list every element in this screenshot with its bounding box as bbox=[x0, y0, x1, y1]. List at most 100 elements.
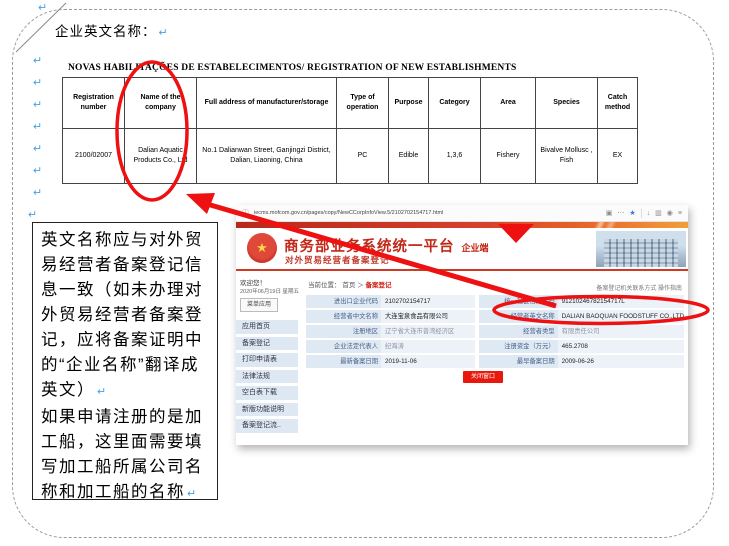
breadcrumb: 当前位置： 首页 ＞ 备案登记 bbox=[308, 279, 391, 289]
top-right-links[interactable]: 备案登记机关联系方式 操作指南 bbox=[596, 283, 682, 292]
paragraph-mark-icon: ↵ bbox=[38, 3, 47, 14]
site-info-icon[interactable]: ⓘ bbox=[242, 210, 249, 217]
page-actions-icon[interactable]: ⋯ bbox=[617, 210, 624, 217]
field-label: 注册地区 bbox=[306, 325, 381, 338]
cell-full-address: No.1 Dalianwan Street, Ganjingzi Distric… bbox=[197, 129, 337, 184]
field-label: 经营者类型 bbox=[479, 325, 558, 338]
national-emblem-logo: ★ bbox=[247, 233, 277, 263]
table-title: NOVAS HABILITAÇÕES DE ESTABELECIMENTOS/ … bbox=[68, 63, 638, 73]
form-row-operator-type: 经营者类型 有限责任公司 bbox=[479, 325, 684, 338]
downloads-icon[interactable]: ↓ bbox=[647, 210, 651, 217]
field-label: 进出口企业代码 bbox=[306, 295, 381, 308]
paragraph-mark-icon: ↵ bbox=[33, 166, 42, 177]
col-catch-method: Catch method bbox=[598, 78, 638, 129]
breadcrumb-home[interactable]: 首页 bbox=[342, 282, 355, 289]
col-category: Category bbox=[429, 78, 481, 129]
site-main: 当前位置： 首页 ＞ 备案登记 备案登记机关联系方式 操作指南 进出口企业代码 … bbox=[306, 271, 684, 445]
field-value: 纪海涛 bbox=[381, 340, 475, 353]
paragraph-mark-icon: ↵ bbox=[33, 100, 42, 111]
document-page: ↵ 企业英文名称：↵ ↵ ↵ ↵ ↵ ↵ ↵ ↵ ↵ NOVAS HABILIT… bbox=[0, 0, 729, 546]
site-title: 商务部业务系统统一平台企业端 bbox=[284, 235, 489, 256]
field-label: 经营者英文名称 bbox=[479, 310, 558, 323]
library-icon[interactable]: ▥ bbox=[655, 210, 662, 217]
note-paragraph-text: 如果申请注册的是加工船，这里面需要填写加工船所属公司名称和加工船的名称 bbox=[41, 408, 203, 501]
cell-registration-number: 2100/02007 bbox=[63, 129, 125, 184]
form-row-latest-filing-date: 最新备案日期 2019-11-06 bbox=[306, 355, 475, 368]
browser-window: ⓘ iecms.mofcom.gov.cn/pages/copy/NewCCor… bbox=[236, 205, 688, 445]
note-paragraph: 英文名称应与对外贸易经营者备案登记信息一致（如未办理对外贸易经营者备案登记，应将… bbox=[41, 228, 209, 405]
field-value: 有限责任公司 bbox=[558, 325, 684, 338]
field-value: 2102702154717 bbox=[381, 295, 475, 308]
col-registration-number: Registration number bbox=[63, 78, 125, 129]
form-row-credit-code: 统一社会信用代码 91210246782154717L bbox=[479, 295, 684, 308]
field-label: 经营者中文名称 bbox=[306, 310, 381, 323]
field-label: 最新备案日期 bbox=[306, 355, 381, 368]
paragraph-mark-icon: ↵ bbox=[33, 122, 42, 133]
paragraph-mark-icon: ↵ bbox=[187, 488, 198, 500]
col-species: Species bbox=[536, 78, 598, 129]
field-label: 统一社会信用代码 bbox=[479, 295, 558, 308]
cell-catch-method: EX bbox=[598, 129, 638, 184]
field-value: 465.2708 bbox=[558, 340, 684, 353]
form-row-english-name: 经营者英文名称 DALIAN BAOQUAN FOODSTUFF CO.,LTD bbox=[479, 310, 684, 323]
menu-app-button[interactable]: 菜单应用 bbox=[240, 298, 278, 312]
sidebar-item-new-features[interactable]: 新版功能说明 bbox=[236, 403, 298, 417]
col-full-address: Full address of manufacturer/storage bbox=[197, 78, 337, 129]
sidebar-item-laws[interactable]: 法律法规 bbox=[236, 370, 298, 384]
field-label: 企业法定代表人 bbox=[306, 340, 381, 353]
menu-icon[interactable]: ≡ bbox=[678, 210, 682, 217]
form-column-right: 统一社会信用代码 91210246782154717L 经营者英文名称 DALI… bbox=[479, 295, 684, 368]
cell-species: Bivalve Mollusc , Fish bbox=[536, 129, 598, 184]
sidebar-item-app-home[interactable]: 应用首页 bbox=[236, 320, 298, 334]
sidebar-item-registration[interactable]: 备案登记 bbox=[236, 337, 298, 351]
site-title-text: 商务部业务系统统一平台 bbox=[284, 239, 455, 255]
site-title-suffix: 企业端 bbox=[462, 243, 489, 253]
site-header: ★ 商务部业务系统统一平台企业端 对外贸易经营者备案登记 bbox=[236, 228, 688, 269]
field-value: 2019-11-06 bbox=[381, 355, 475, 368]
sidebar-item-print-form[interactable]: 打印申请表 bbox=[236, 353, 298, 367]
field-label: 最早备案日期 bbox=[479, 355, 558, 368]
form-row-registered-capital: 注册资金（万元） 465.2708 bbox=[479, 340, 684, 353]
note-textbox: 英文名称应与对外贸易经营者备案登记信息一致（如未办理对外贸易经营者备案登记，应将… bbox=[32, 222, 218, 500]
col-company-name: Name of the company bbox=[125, 78, 197, 129]
browser-toolbar: ⓘ iecms.mofcom.gov.cn/pages/copy/NewCCor… bbox=[236, 205, 688, 222]
form-row-earliest-filing-date: 最早备案日期 2009-06-26 bbox=[479, 355, 684, 368]
table-row: 2100/02007 Dalian Aquatic Products Co., … bbox=[63, 129, 638, 184]
emblem-star-icon: ★ bbox=[256, 240, 268, 256]
col-purpose: Purpose bbox=[389, 78, 429, 129]
page-title-text: 企业英文名称： bbox=[55, 24, 157, 39]
site-sidebar: 应用首页 备案登记 打印申请表 法律法规 空白表下载 新版功能说明 备案登记流.… bbox=[236, 320, 302, 436]
form-row-legal-representative: 企业法定代表人 纪海涛 bbox=[306, 340, 475, 353]
field-label: 注册资金（万元） bbox=[479, 340, 558, 353]
reader-mode-icon[interactable]: ▣ bbox=[606, 210, 613, 217]
table-header-row: Registration number Name of the company … bbox=[63, 78, 638, 129]
field-value: 2009-06-26 bbox=[558, 355, 684, 368]
cell-category: 1,3,6 bbox=[429, 129, 481, 184]
form-column-left: 进出口企业代码 2102702154717 经营者中文名称 大连宝泉食品有限公司… bbox=[306, 295, 475, 368]
paragraph-mark-icon: ↵ bbox=[159, 27, 169, 39]
bookmark-star-icon[interactable]: ★ bbox=[629, 210, 635, 217]
field-value: 大连宝泉食品有限公司 bbox=[381, 310, 475, 323]
site-body: 欢迎您！ 2020年06月19日 星期五 菜单应用 应用首页 备案登记 打印申请… bbox=[236, 271, 688, 445]
col-type-of-operation: Type of operation bbox=[337, 78, 389, 129]
form-row-chinese-name: 经营者中文名称 大连宝泉食品有限公司 bbox=[306, 310, 475, 323]
paragraph-mark-icon: ↵ bbox=[28, 210, 37, 221]
breadcrumb-prefix: 当前位置： bbox=[308, 282, 341, 289]
paragraph-mark-icon: ↵ bbox=[97, 386, 108, 398]
close-window-button[interactable]: 关闭窗口 bbox=[463, 371, 503, 383]
address-bar[interactable]: iecms.mofcom.gov.cn/pages/copy/NewCCorpI… bbox=[254, 210, 601, 216]
form-row-import-export-code: 进出口企业代码 2102702154717 bbox=[306, 295, 475, 308]
sidebar-item-blank-form-download[interactable]: 空白表下载 bbox=[236, 386, 298, 400]
field-value: 辽宁省大连市普湾经济区 bbox=[381, 325, 475, 338]
note-paragraph: 如果申请注册的是加工船，这里面需要填写加工船所属公司名称和加工船的名称↵ bbox=[41, 405, 209, 507]
cell-purpose: Edible bbox=[389, 129, 429, 184]
date-text: 2020年06月19日 星期五 bbox=[240, 287, 299, 295]
paragraph-mark-icon: ↵ bbox=[33, 188, 42, 199]
paragraph-mark-icon: ↵ bbox=[33, 144, 42, 155]
toolbar-divider bbox=[641, 209, 642, 218]
account-icon[interactable]: ◉ bbox=[667, 210, 673, 217]
paragraph-mark-icon: ↵ bbox=[33, 78, 42, 89]
registration-table: Registration number Name of the company … bbox=[62, 77, 638, 184]
col-area: Area bbox=[481, 78, 536, 129]
sidebar-item-registration-process[interactable]: 备案登记流.. bbox=[236, 419, 298, 433]
